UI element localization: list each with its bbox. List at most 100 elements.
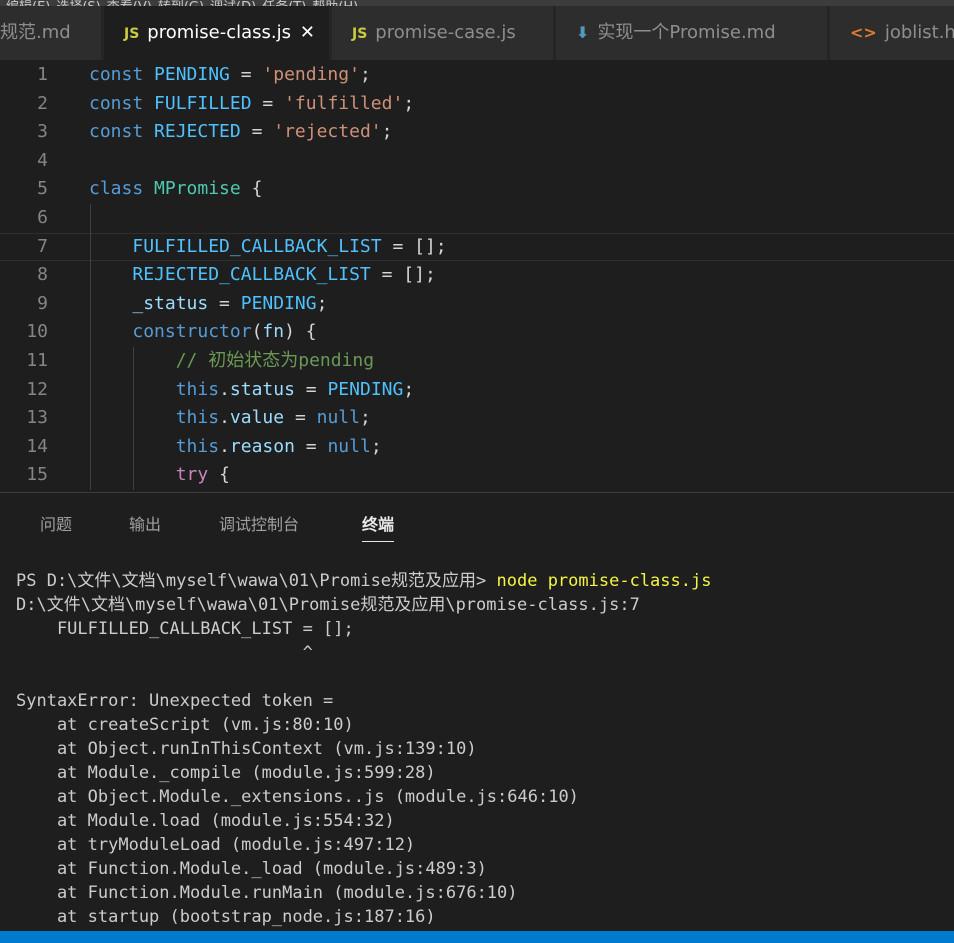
terminal-line: at createScript (vm.js:80:10) <box>16 715 354 735</box>
terminal-command: node promise-class.js <box>496 571 712 591</box>
terminal-line: at tryModuleLoad (module.js:497:12) <box>16 835 416 855</box>
terminal-line: at Object.Module._extensions..js (module… <box>16 787 579 807</box>
indent-guide <box>133 432 135 462</box>
line-number: 10 <box>26 321 48 343</box>
code-token: ; <box>316 292 328 314</box>
indent-guide <box>90 318 91 347</box>
code-token: constructor <box>132 321 252 343</box>
code-token: 'pending' <box>262 64 360 85</box>
code-line: 1 const PENDING = 'pending'; <box>0 61 954 90</box>
code-line: 2 const FULFILLED = 'fulfilled'; <box>0 90 954 119</box>
code-token: ) { <box>284 321 317 343</box>
code-line: 11 // 初始状态为pending <box>0 347 954 376</box>
code-token: reason <box>229 435 295 457</box>
editor-tab-bar: 规范.md JS promise-class.js ✕ JS promise-case.j… <box>0 6 954 60</box>
line-number: 1 <box>37 64 48 85</box>
code-token: 'rejected' <box>273 121 382 143</box>
code-token: ; <box>381 121 393 143</box>
indent-guide <box>90 204 91 233</box>
tab-terminal[interactable]: 终端 <box>362 511 395 542</box>
code-token: = <box>294 435 328 457</box>
code-line: 10 constructor(fn) { <box>0 318 954 347</box>
code-token: FULFILLED <box>154 92 252 114</box>
code-token: PENDING <box>240 292 317 314</box>
code-token: fn <box>262 321 285 343</box>
code-token: PENDING <box>154 64 230 85</box>
code-text: FULFILLED_CALLBACK_LIST = []; <box>132 233 446 262</box>
terminal-line: SyntaxError: Unexpected token = <box>16 691 334 711</box>
tab-md[interactable]: 规范.md <box>0 6 102 60</box>
code-line: 8 REJECTED_CALLBACK_LIST = []; <box>0 261 954 290</box>
bottom-panel: 问题 输出 调试控制台 终端 PS D:\文件\文档\myself\wawa\01\P… <box>0 493 954 931</box>
code-text: constructor(fn) { <box>132 318 316 347</box>
code-text: this.status = PENDING; <box>176 376 414 405</box>
code-token: ; <box>359 407 371 429</box>
tab-promise-md[interactable]: ⬇ 实现一个Promise.md <box>556 6 828 60</box>
terminal-line: at Module.load (module.js:554:32) <box>16 811 395 831</box>
js-icon: JS <box>352 26 368 42</box>
code-token: = []; <box>381 235 447 257</box>
code-text: try { <box>176 461 230 490</box>
tab-promise-class-js[interactable]: JS promise-class.js ✕ <box>104 6 330 60</box>
code-line: 6 <box>0 204 954 233</box>
tab-output[interactable]: 输出 <box>129 511 161 535</box>
code-line: 7 FULFILLED_CALLBACK_LIST = []; <box>0 232 954 262</box>
terminal-line: ^ <box>16 643 313 663</box>
tab-problems[interactable]: 问题 <box>40 511 72 535</box>
line-number: 4 <box>37 149 48 171</box>
code-token: = <box>294 378 328 400</box>
terminal-line: at Object.runInThisContext (vm.js:139:10… <box>16 739 477 759</box>
code-token: this <box>175 378 220 400</box>
close-icon[interactable]: ✕ <box>300 6 315 60</box>
line-number: 9 <box>37 292 48 314</box>
code-token: = <box>284 407 317 429</box>
code-text: const FULFILLED = 'fulfilled'; <box>89 90 414 119</box>
markdown-icon: ⬇ <box>576 23 590 42</box>
tab-label: promise-class.js <box>147 22 292 43</box>
tab-debug-console[interactable]: 调试控制台 <box>219 511 299 535</box>
code-token: ; <box>403 92 415 114</box>
code-token: null <box>327 435 371 457</box>
indent-guide <box>133 404 135 433</box>
indent-guide <box>90 432 91 462</box>
indent-guide <box>90 461 91 490</box>
code-token: PENDING <box>327 378 404 400</box>
code-token: = <box>251 92 285 114</box>
tab-promise-case-js[interactable]: JS promise-case.js <box>332 6 554 60</box>
code-token: MPromise <box>154 178 241 200</box>
terminal-line: at startup (bootstrap_node.js:187:16) <box>16 907 436 927</box>
terminal-line: at Function.Module._load (module.js:489:… <box>16 859 487 879</box>
code-token: . <box>219 435 230 457</box>
line-number: 7 <box>37 235 48 257</box>
line-number: 2 <box>37 92 48 114</box>
tab-label: promise-case.js <box>375 22 516 43</box>
indent-guide <box>90 404 91 433</box>
code-token: REJECTED <box>154 121 241 143</box>
code-token: 'fulfilled' <box>284 92 404 114</box>
html-icon: <> <box>850 23 877 42</box>
code-text: const PENDING = 'pending'; <box>89 61 371 90</box>
status-bar <box>0 931 954 943</box>
code-line: 4 <box>0 147 954 176</box>
line-number: 11 <box>26 350 48 371</box>
line-number: 15 <box>26 464 48 486</box>
tab-joblist-html[interactable]: <> joblist.html <box>830 6 954 60</box>
code-token: null <box>316 407 360 429</box>
terminal-output[interactable]: PS D:\文件\文档\myself\wawa\01\Promise规范及应用>… <box>16 569 946 929</box>
line-number: 5 <box>37 178 48 200</box>
code-line: 5 class MPromise { <box>0 175 954 204</box>
tab-label: 规范.md <box>0 22 71 43</box>
line-number: 12 <box>26 378 48 400</box>
terminal-line: at Module._compile (module.js:599:28) <box>16 763 436 783</box>
code-token: const <box>89 121 144 143</box>
code-token: ( <box>251 321 263 343</box>
code-text: REJECTED_CALLBACK_LIST = []; <box>132 261 435 290</box>
code-token: // 初始状态为pending <box>175 350 375 371</box>
code-editor[interactable]: 1 const PENDING = 'pending'; 2 const FULFIL… <box>0 60 954 492</box>
js-icon: JS <box>124 26 140 42</box>
code-line: 14 this.reason = null; <box>0 432 954 462</box>
